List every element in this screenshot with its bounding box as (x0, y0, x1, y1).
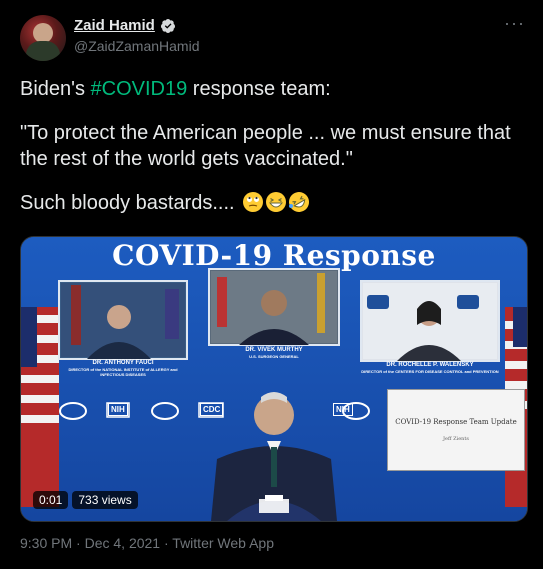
footer-separator: · (72, 535, 85, 551)
author-name[interactable]: Zaid Hamid (74, 17, 155, 34)
panel-mid-name: DR. VIVEK MURTHY (245, 347, 303, 353)
panel-right-name: DR. ROCHELLE P. WALENSKY (386, 362, 474, 368)
video-frame (21, 237, 527, 521)
tweet-text-segment: Biden's (20, 78, 91, 100)
verified-badge-icon (160, 18, 175, 33)
video-badges: 0:01 733 views (33, 491, 138, 509)
slide-title: COVID-19 Response Team Update (395, 418, 517, 426)
tweet-text-segment: Such bloody bastards.... (20, 192, 235, 214)
video-player[interactable]: COVID-19 Response DR. ANTHONY FAUCI DIRE… (20, 236, 528, 522)
face-with-rolling-eyes-emoji-icon (243, 192, 264, 212)
more-options-icon[interactable]: ··· (504, 14, 525, 32)
tweet-date-link[interactable]: Dec 4, 2021 (85, 535, 161, 551)
tweet-time-link[interactable]: 9:30 PM (20, 535, 72, 551)
panel-left-caption: DR. ANTHONY FAUCI DIRECTOR of the NATION… (59, 360, 187, 377)
panel-right-caption: DR. ROCHELLE P. WALENSKY DIRECTOR of the… (361, 362, 499, 374)
author-avatar[interactable] (20, 15, 66, 61)
author-handle[interactable]: @ZaidZamanHamid (74, 38, 199, 54)
rolling-on-floor-laughing-emoji-icon (289, 192, 310, 212)
cdc-logo: CDC (200, 403, 224, 416)
video-time-elapsed: 0:01 (33, 491, 69, 509)
tweet-line-1: Biden's #COVID19 response team: (20, 76, 520, 102)
tweet-text: Biden's #COVID19 response team: "To prot… (20, 76, 520, 234)
tweet-quote: "To protect the American people ... we m… (20, 122, 511, 170)
grinning-squinting-face-emoji-icon (266, 192, 287, 212)
hashtag-link[interactable]: #COVID19 (91, 78, 188, 100)
footer-separator: · (160, 535, 173, 551)
author-name-row: Zaid Hamid (74, 17, 176, 34)
tweet-text-segment: response team: (187, 78, 331, 100)
tweet-footer: 9:30 PM · Dec 4, 2021 · Twitter Web App (20, 535, 274, 551)
panel-mid-title: U.S. SURGEON GENERAL (249, 354, 299, 359)
video-view-count: 733 views (72, 491, 138, 509)
tweet-card: Zaid Hamid @ZaidZamanHamid ··· Biden's #… (0, 0, 543, 569)
panel-left-title: DIRECTOR of the NATIONAL INSTITUTE of AL… (68, 367, 178, 377)
tweet-source: Twitter Web App (172, 535, 274, 551)
slide-subtitle: Jeff Zients (443, 436, 469, 442)
tweet-line-3: Such bloody bastards.... (20, 190, 520, 216)
video-banner-title: COVID-19 Response (112, 239, 436, 272)
panel-mid-caption: DR. VIVEK MURTHY U.S. SURGEON GENERAL (209, 347, 339, 359)
us-flag-left-icon (21, 307, 59, 507)
presentation-slide: COVID-19 Response Team Update Jeff Zient… (387, 389, 525, 471)
nih-logo-right: NIH (333, 403, 353, 416)
panel-right-title: DIRECTOR of the CENTERS FOR DISEASE CONT… (361, 369, 499, 374)
panel-left-name: DR. ANTHONY FAUCI (92, 360, 154, 366)
nih-logo: NIH (108, 403, 128, 416)
